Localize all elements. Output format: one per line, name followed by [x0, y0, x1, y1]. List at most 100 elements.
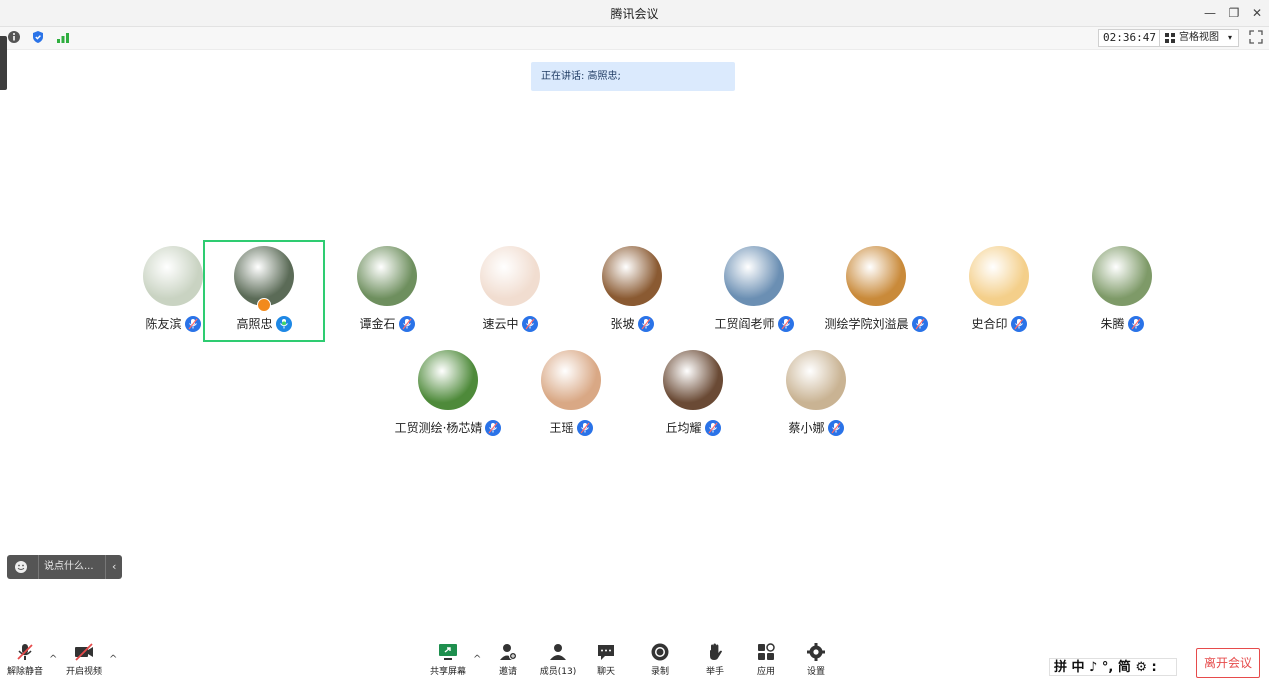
participant-tile[interactable]: 测绘学院刘溢晨: [816, 241, 936, 341]
close-icon[interactable]: ✕: [1248, 4, 1266, 22]
chat-icon: [598, 645, 614, 660]
quick-chat-input[interactable]: 说点什么... ‹: [7, 555, 122, 579]
collapse-icon[interactable]: ‹: [112, 555, 116, 579]
chat-placeholder: 说点什么...: [44, 561, 94, 572]
chat-button[interactable]: 聊天: [586, 642, 626, 677]
raise-hand-button[interactable]: 举手: [695, 642, 735, 677]
participant-name: 工贸测绘·杨芯婧: [394, 421, 483, 435]
avatar: [663, 350, 723, 410]
mic-muted-icon: [911, 315, 928, 332]
participant-tile[interactable]: 高照忠: [203, 240, 325, 342]
participant-tile[interactable]: 工贸测绘·杨芯婧: [388, 345, 508, 445]
grid-icon: [1165, 33, 1175, 43]
share-screen-button[interactable]: 共享屏幕: [428, 642, 468, 677]
avatar: [969, 246, 1029, 306]
participant-name-row: 工贸阎老师: [694, 315, 814, 332]
invite-button[interactable]: 邀请: [488, 642, 528, 677]
speaking-banner: 正在讲话: 高照忠;: [531, 62, 735, 91]
participant-name-row: 丘均耀: [633, 419, 753, 436]
mic-muted-icon: [827, 419, 844, 436]
chat-label: 聊天: [596, 667, 615, 677]
record-label: 录制: [650, 667, 669, 677]
mic-muted-icon: [704, 419, 721, 436]
participant-tile[interactable]: 史合印: [939, 241, 1059, 341]
participant-tile[interactable]: 朱腾: [1062, 241, 1182, 341]
mic-muted-icon: [17, 644, 33, 660]
participant-name-row: 工贸测绘·杨芯婧: [388, 419, 508, 436]
participant-tile[interactable]: 谭金石: [327, 241, 447, 341]
window-title: 腾讯会议: [610, 7, 659, 21]
fullscreen-icon[interactable]: [1249, 30, 1263, 44]
record-button[interactable]: 录制: [640, 642, 680, 677]
participant-name-row: 王瑶: [511, 419, 631, 436]
mic-muted-icon: [777, 315, 794, 332]
start-video-button[interactable]: 开启视频: [64, 642, 104, 677]
participant-name: 测绘学院刘溢晨: [824, 317, 909, 331]
mic-muted-icon: [521, 315, 538, 332]
info-icon[interactable]: [7, 30, 21, 44]
meeting-toolbar: 02:36:47 宫格视图 ▾: [0, 27, 1269, 50]
members-label: 成员(13): [539, 667, 577, 677]
mic-active-icon: [275, 315, 292, 332]
avatar: [480, 246, 540, 306]
mic-muted-icon: [485, 419, 502, 436]
members-button[interactable]: 成员(13): [535, 642, 581, 677]
participant-tile[interactable]: 速云中: [450, 241, 570, 341]
participant-name-row: 张坡: [572, 315, 692, 332]
mic-muted-icon: [184, 315, 201, 332]
minimize-icon[interactable]: —: [1201, 4, 1219, 22]
emoji-icon[interactable]: [14, 560, 28, 574]
participant-tile[interactable]: 丘均耀: [633, 345, 753, 445]
mic-muted-icon: [1010, 315, 1027, 332]
invite-label: 邀请: [498, 667, 517, 677]
unmute-label: 解除静音: [6, 667, 43, 677]
meeting-timer: 02:36:47: [1098, 29, 1161, 47]
start-video-label: 开启视频: [65, 667, 102, 677]
mic-muted-icon: [1127, 315, 1144, 332]
participant-name-row: 谭金石: [327, 315, 447, 332]
avatar: [786, 350, 846, 410]
avatar: [234, 246, 294, 306]
participant-name: 速云中: [482, 317, 519, 331]
share-screen-icon: [439, 644, 457, 660]
participant-name: 王瑶: [549, 421, 574, 435]
leave-meeting-button[interactable]: 离开会议: [1196, 648, 1260, 678]
shield-icon[interactable]: [31, 30, 45, 44]
audio-options-icon[interactable]: ^: [49, 654, 57, 665]
participant-tile[interactable]: 蔡小娜: [756, 345, 876, 445]
avatar: [602, 246, 662, 306]
share-screen-label: 共享屏幕: [429, 667, 466, 677]
participant-name-row: 测绘学院刘溢晨: [816, 315, 936, 332]
view-mode-button[interactable]: 宫格视图 ▾: [1159, 29, 1239, 47]
restore-icon[interactable]: ❐: [1225, 4, 1243, 22]
side-panel-handle[interactable]: [0, 36, 7, 90]
view-mode-label: 宫格视图: [1179, 32, 1219, 43]
participant-name-row: 高照忠: [204, 315, 324, 332]
signal-icon[interactable]: [56, 30, 70, 44]
avatar: [418, 350, 478, 410]
divider: [38, 555, 39, 579]
unmute-button[interactable]: 解除静音: [5, 642, 45, 677]
participant-name-row: 朱腾: [1062, 315, 1182, 332]
participant-name: 朱腾: [1100, 317, 1125, 331]
avatar: [724, 246, 784, 306]
participant-name: 史合印: [971, 317, 1008, 331]
ime-toolbar[interactable]: 拼 中 ♪ °, 简 ⚙ :: [1049, 658, 1177, 676]
participant-tile[interactable]: 王瑶: [511, 345, 631, 445]
mic-muted-icon: [398, 315, 415, 332]
participant-name-row: 史合印: [939, 315, 1059, 332]
avatar: [357, 246, 417, 306]
participant-tile[interactable]: 工贸阎老师: [694, 241, 814, 341]
share-options-icon[interactable]: ^: [473, 654, 481, 665]
participant-name: 高照忠: [236, 317, 273, 331]
hand-icon: [710, 643, 722, 660]
settings-button[interactable]: 设置: [796, 642, 836, 677]
members-icon: [550, 644, 566, 660]
invite-icon: [500, 644, 517, 660]
apps-button[interactable]: 应用: [746, 642, 786, 677]
title-bar: 腾讯会议 — ❐ ✕: [0, 0, 1269, 27]
video-options-icon[interactable]: ^: [109, 654, 117, 665]
participant-tile[interactable]: 张坡: [572, 241, 692, 341]
avatar: [846, 246, 906, 306]
participant-name: 蔡小娜: [788, 421, 825, 435]
